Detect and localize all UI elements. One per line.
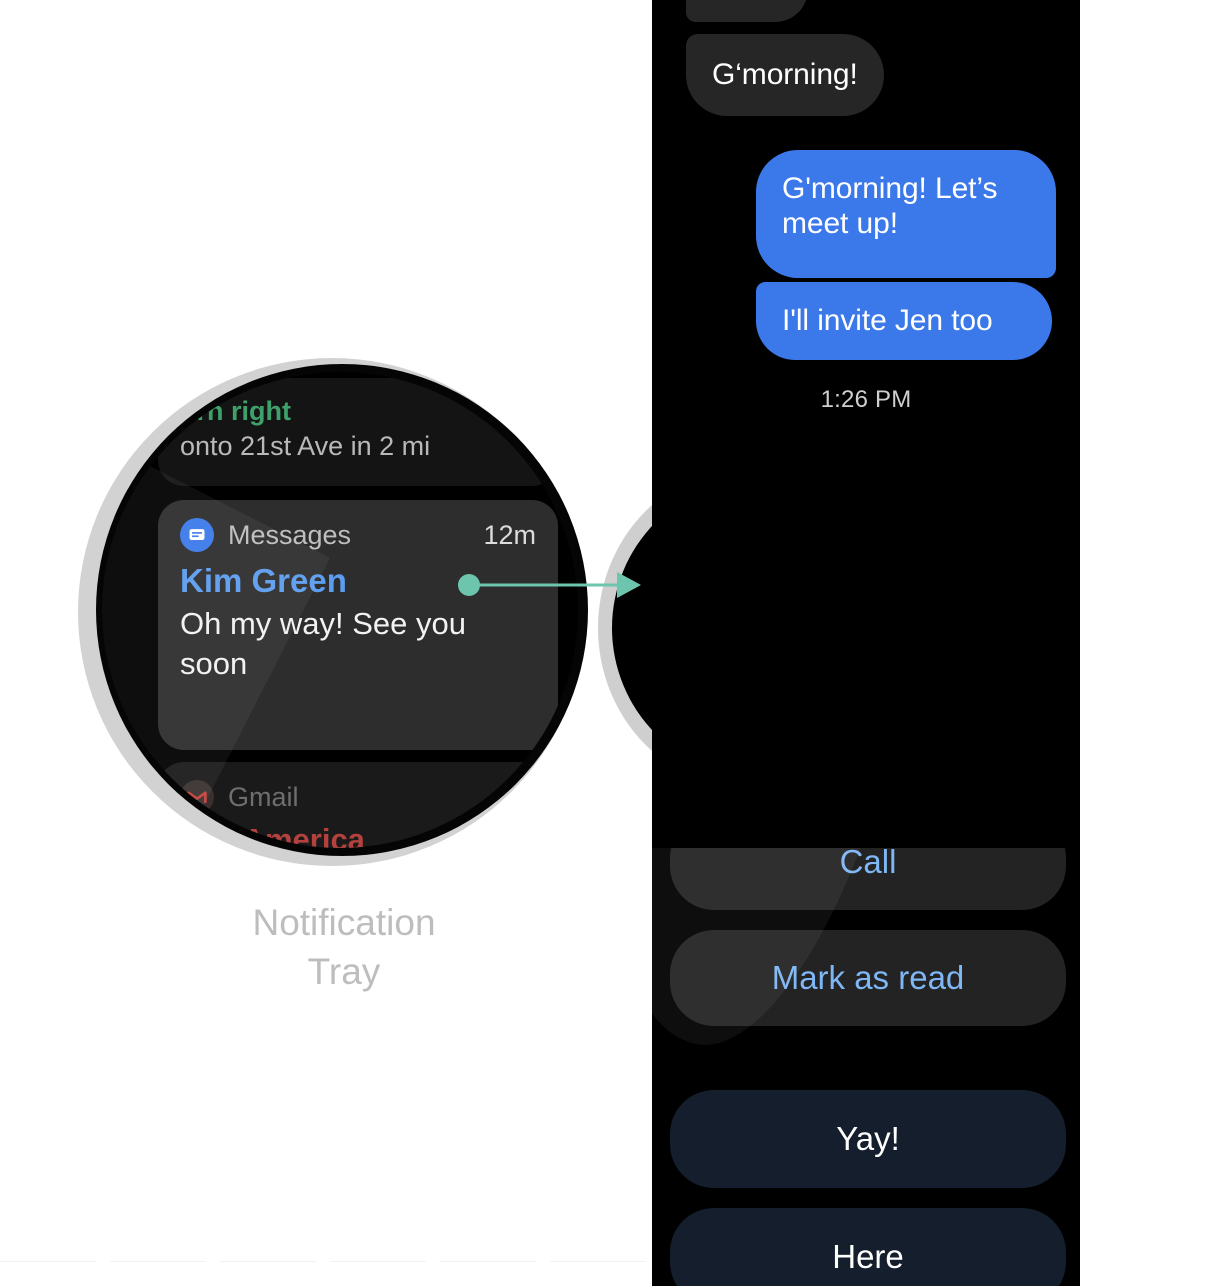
action-mark-as-read-button[interactable]: Mark as read (670, 930, 1066, 1026)
caption-line-2: Tray (307, 951, 381, 993)
message-text: G‘morning! (712, 57, 858, 91)
gmail-icon (180, 780, 214, 814)
message-text: I am here (882, 577, 1008, 611)
action-label: Mark as read (771, 959, 965, 996)
action-label: Yay! (836, 1120, 900, 1157)
connector-arrow-icon (617, 572, 641, 598)
action-label: Here (832, 1238, 904, 1275)
message-bubble-incoming-2[interactable]: On my way! (686, 450, 896, 516)
quick-reply-here-button[interactable]: Here (670, 1208, 1066, 1286)
notification-header: Messages 12m (180, 518, 536, 552)
screenshot-root: G‘morning! G'morning! Let’s meet up! I'l… (0, 0, 1206, 1286)
notification-tray: urn right onto 21st Ave in 2 mi Messages… (102, 372, 578, 848)
message-text: I'll invite Jen too (782, 303, 993, 337)
watch-screen: urn right onto 21st Ave in 2 mi Messages… (102, 372, 578, 848)
notification-navigation[interactable]: urn right onto 21st Ave in 2 mi (158, 378, 558, 486)
callout-connector (458, 572, 641, 598)
message-bubble-incoming-1[interactable]: G‘morning! (686, 34, 884, 116)
left-watch-device: urn right onto 21st Ave in 2 mi Messages… (78, 358, 588, 866)
notification-timestamp: 12m (483, 519, 536, 550)
app-name-label: Gmail (228, 781, 299, 812)
message-bubble-outgoing-3[interactable]: I am here (856, 560, 1034, 630)
notification-header: Gmail 2h (180, 780, 536, 814)
message-bubble-outgoing-2[interactable]: I'll invite Jen too (756, 282, 1052, 360)
right-watch-device: G‘morning! G'morning! Let’s meet up! I'l… (652, 0, 1080, 1286)
baseline-grid (0, 1261, 652, 1262)
action-call-button[interactable]: Call (670, 814, 1066, 910)
message-text: I’m here too (712, 690, 870, 724)
message-text: G'morning! Let’s meet up! (782, 172, 998, 240)
notification-timestamp: 2h (505, 781, 536, 812)
nav-detail-text: onto 21st Ave in 2 mi (180, 431, 431, 461)
message-text: On my way! (712, 465, 870, 499)
message-preview: Oh my way! See you soon (180, 606, 467, 681)
conversation-thread: G‘morning! G'morning! Let’s meet up! I'l… (652, 0, 1080, 1286)
action-label: Call (839, 843, 897, 880)
app-name-label: Messages (228, 519, 352, 550)
caption-line-1: Notification (252, 902, 436, 943)
email-preview: k of America (180, 822, 365, 848)
callout-caption: Notification Tray (144, 898, 544, 996)
messages-icon (180, 518, 214, 552)
notification-messages[interactable]: Messages 12m Kim Green Oh my way! See yo… (158, 500, 558, 750)
quick-reply-yay-button[interactable]: Yay! (670, 1090, 1066, 1188)
connector-dot (458, 574, 480, 596)
notification-gmail[interactable]: Gmail 2h k of America (158, 762, 558, 848)
message-bubble-outgoing-1[interactable]: G'morning! Let’s meet up! (756, 150, 1056, 278)
conversation-timestamp: 1:26 PM (820, 386, 912, 413)
message-bubble-incoming-3[interactable]: I’m here too (686, 674, 896, 742)
message-bubble-clipped[interactable] (686, 0, 808, 22)
nav-direction-text: urn right (180, 396, 291, 426)
